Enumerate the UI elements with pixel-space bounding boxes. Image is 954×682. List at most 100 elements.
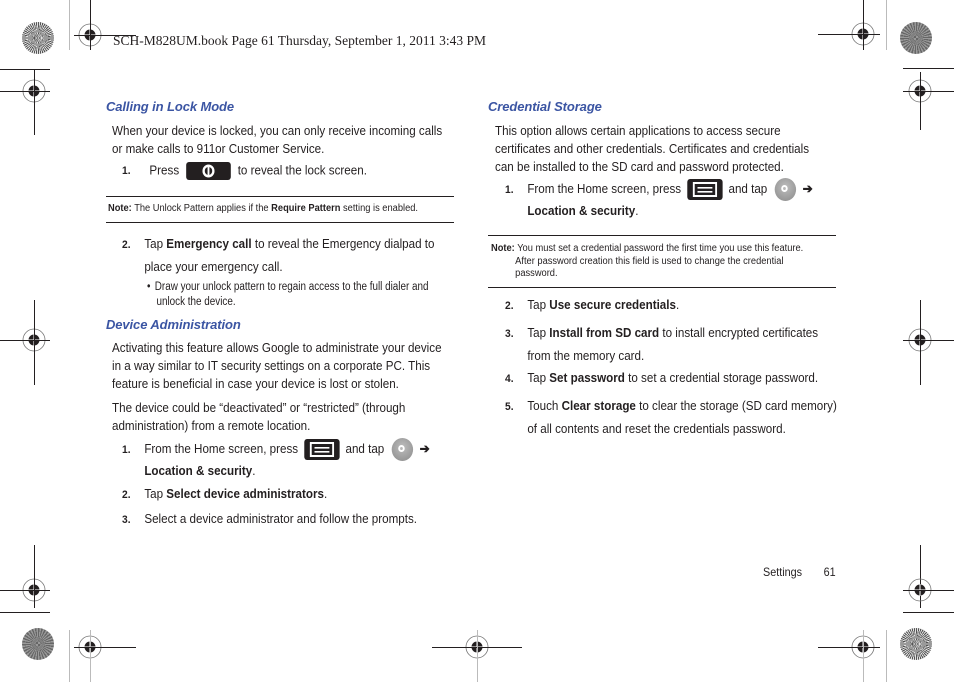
trim-line — [863, 630, 864, 682]
step-number: 4. — [505, 373, 514, 385]
section-title-device-administration: Device Administration — [106, 317, 241, 332]
device-admin-para-1: Activating this feature allows Google to… — [112, 339, 442, 393]
note-require-pattern: Note: The Unlock Pattern applies if the … — [108, 203, 418, 216]
trim-line — [886, 0, 887, 50]
step-text: . — [323, 487, 328, 501]
step-bold-text: Emergency call — [166, 237, 252, 251]
color-rosette-icon — [22, 22, 54, 54]
step-number: 1. — [122, 444, 131, 456]
step-text: to reveal the Emergency dialpad to — [251, 237, 435, 251]
step-text: Tap — [144, 237, 167, 251]
step-bold-text: Set password — [549, 371, 625, 385]
credential-step-3: 3. Tap Install from SD card to install en… — [505, 322, 818, 367]
trim-line — [818, 647, 880, 648]
step-1-press-lock: 1. Press to reveal the lock screen. — [122, 162, 367, 180]
step-text: Tap — [527, 298, 550, 312]
text-line: When your device is locked, you can only… — [112, 124, 443, 138]
device-admin-para-2: The device could be “deactivated” or “re… — [112, 399, 405, 435]
step-2-emergency-call: 2. Tap Emergency call to reveal the Emerg… — [122, 233, 434, 278]
step-text: . — [252, 464, 256, 479]
arrow-right-icon: ➔ — [419, 441, 430, 456]
step-bold-text: Location & security — [527, 204, 636, 219]
trim-line — [477, 630, 478, 682]
step-text: to set a credential storage password. — [624, 371, 819, 385]
text-line: can be installed to the SD card and pass… — [495, 160, 784, 174]
step-number: 5. — [505, 401, 514, 413]
credential-step-4: 4. Tap Set password to set a credential s… — [505, 371, 818, 385]
trim-line — [903, 340, 954, 341]
step-text: Touch — [527, 399, 562, 413]
power-lock-key-icon — [186, 162, 231, 180]
device-admin-step-2: 2. Tap Select device administrators. — [122, 487, 327, 501]
trim-line — [90, 630, 91, 682]
step-text: to reveal the lock screen. — [237, 163, 367, 178]
note-label: Note: — [108, 203, 132, 214]
step-text: . — [675, 298, 680, 312]
step-text: and tap — [728, 182, 768, 196]
device-admin-step-3: 3. Select a device administrator and foll… — [122, 512, 417, 526]
note-text: The Unlock Pattern applies if the — [131, 203, 272, 214]
color-rosette-icon — [900, 22, 932, 54]
page-number: 61 — [823, 565, 836, 579]
step-text: of all contents and reset the credential… — [527, 422, 786, 436]
trim-line — [903, 590, 954, 591]
menu-key-icon — [687, 179, 723, 201]
step-text: from the memory card. — [527, 349, 645, 363]
step-text: From the Home screen, press — [527, 182, 682, 196]
step-text: and tap — [345, 442, 385, 456]
color-rosette-icon — [900, 628, 932, 660]
trim-line — [0, 69, 50, 70]
step-bold-text: Use secure credentials — [549, 298, 676, 312]
step-text: Tap — [527, 326, 550, 340]
text-line: This option allows certain applications … — [495, 124, 781, 138]
trim-line — [69, 630, 70, 682]
step-bold-text: Clear storage — [561, 399, 636, 413]
note-text: You must set a credential password the f… — [514, 243, 804, 254]
trim-line — [920, 72, 921, 130]
arrow-right-icon: ➔ — [802, 181, 813, 196]
step-text: to install encrypted certificates — [659, 326, 819, 340]
text-line: The device could be “deactivated” or “re… — [112, 401, 406, 415]
step-number: 3. — [505, 328, 514, 340]
trim-line — [0, 340, 50, 341]
step-number: 1. — [505, 184, 514, 196]
step-number: 2. — [122, 489, 131, 501]
note-divider-top — [488, 235, 836, 236]
color-rosette-icon — [22, 628, 54, 660]
note-text: password. — [515, 268, 558, 279]
text-line: certificates and other credentials. Cert… — [495, 142, 810, 156]
trim-line — [903, 91, 954, 92]
step-text: place your emergency call. — [144, 260, 283, 274]
bullet-text: unlock the device. — [156, 296, 236, 308]
credential-step-1: 1. From the Home screen, press and tap ➔ … — [505, 178, 813, 221]
text-line: feature is beneficial in case your devic… — [112, 377, 399, 391]
page-footer: Settings 61 — [763, 565, 836, 579]
trim-line — [818, 34, 880, 35]
footer-section: Settings — [763, 565, 803, 579]
bullet-glyph: • — [147, 281, 151, 293]
bullet-text: Draw your unlock pattern to regain acces… — [154, 281, 429, 293]
step-bold-text: Location & security — [144, 464, 253, 479]
trim-line — [34, 70, 35, 135]
device-admin-step-1: 1. From the Home screen, press and tap ➔ … — [122, 438, 430, 481]
step-text: Tap — [527, 371, 550, 385]
trim-line — [903, 68, 954, 69]
print-slug: SCH-M828UM.book Page 61 Thursday, Septem… — [113, 33, 486, 48]
step-number: 2. — [505, 300, 514, 312]
credential-step-5: 5. Touch Clear storage to clear the stora… — [505, 395, 837, 440]
settings-icon — [391, 438, 413, 462]
section-title-calling-lock-mode: Calling in Lock Mode — [106, 99, 235, 114]
note-bold-text: Require Pattern — [271, 203, 341, 214]
trim-line — [920, 300, 921, 385]
note-label: Note: — [491, 243, 515, 254]
note-credential-password: Note: You must set a credential password… — [491, 243, 803, 281]
note-divider-top — [106, 196, 454, 197]
settings-icon — [774, 178, 796, 202]
note-divider-bottom — [106, 222, 454, 223]
trim-line — [886, 630, 887, 682]
trim-line — [74, 647, 136, 648]
trim-line — [34, 545, 35, 608]
step-bold-text: Select device administrators — [166, 487, 324, 501]
trim-line — [863, 0, 864, 50]
text-line: administration) from a remote location. — [112, 419, 311, 433]
